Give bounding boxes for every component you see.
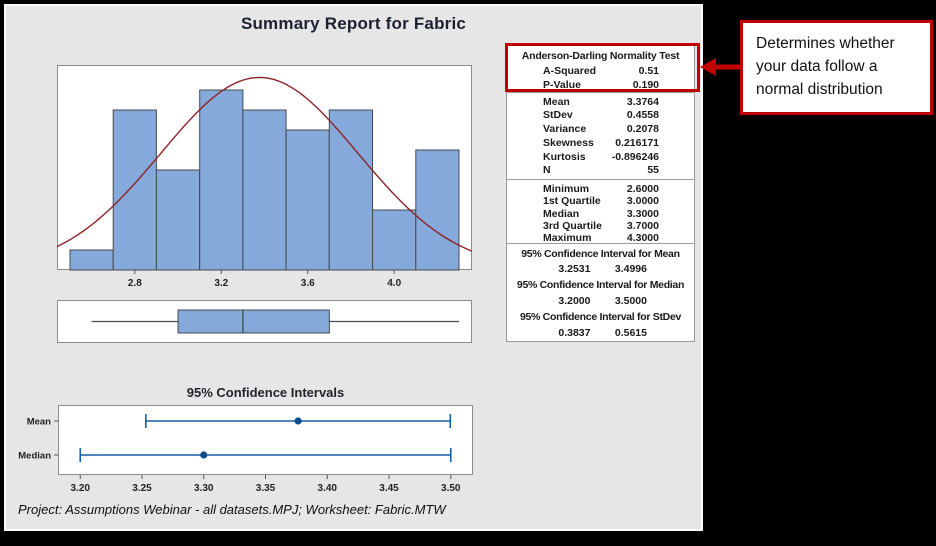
x-tick-label: 3.6: [301, 278, 315, 287]
histogram-bar: [329, 110, 372, 270]
ci-lo: 0.3837: [507, 326, 601, 341]
x-tick-label: 3.35: [256, 483, 276, 493]
histogram-bar: [70, 250, 113, 270]
ci-median-title: 95% Confidence Interval for Median: [507, 278, 694, 294]
x-tick-label: 3.45: [379, 483, 399, 493]
y-tick-label: Mean: [27, 417, 51, 428]
stat-label: 1st Quartile: [543, 195, 601, 207]
ci-lo: 3.2000: [507, 294, 601, 310]
stat-row: Skewness 0.216171: [507, 137, 694, 151]
ci-stdev-title: 95% Confidence Interval for StDev: [507, 310, 694, 326]
confidence-intervals-section: 95% Confidence Interval for Mean 3.2531 …: [507, 244, 694, 341]
page-title: Summary Report for Fabric: [6, 14, 701, 34]
stat-row: 1st Quartile 3.0000: [507, 195, 694, 207]
stat-value: 2.6000: [627, 183, 659, 195]
plot-area: [59, 406, 473, 475]
histogram-bar: [373, 210, 416, 270]
stat-value: 0.190: [633, 78, 659, 92]
stat-label: A-Squared: [543, 64, 596, 78]
screenshot-canvas: Summary Report for Fabric 2.8 3.2 3.6 4.0 9…: [0, 0, 936, 546]
stat-row: Median 3.3000: [507, 208, 694, 220]
stat-row: A-Squared 0.51: [507, 64, 694, 78]
ci-mean-values: 3.2531 3.4996: [507, 262, 694, 278]
histogram-bar: [286, 130, 329, 270]
stat-value: 0.2078: [627, 123, 659, 137]
x-tick-label: 3.50: [441, 483, 461, 493]
stat-value: 0.4558: [627, 109, 659, 123]
x-tick-label: 4.0: [387, 278, 401, 287]
stat-value: 55: [647, 164, 659, 178]
x-tick-label: 3.25: [132, 483, 152, 493]
callout-box: Determines whether your data follow a no…: [740, 20, 933, 115]
stat-label: Skewness: [543, 137, 594, 151]
histogram-bar: [416, 150, 459, 270]
stat-value: 0.216171: [615, 137, 659, 151]
histogram-bar: [200, 90, 243, 270]
normality-test-section: Anderson-Darling Normality Test A-Square…: [507, 46, 694, 93]
histogram-bar: [156, 170, 199, 270]
point-estimate: [295, 417, 302, 424]
histogram-chart: 2.8 3.2 3.6 4.0: [57, 65, 472, 287]
histogram-bar: [243, 110, 286, 270]
stat-value: 3.3000: [627, 208, 659, 220]
ci-hi: 3.5000: [601, 294, 695, 310]
statistics-panel: Anderson-Darling Normality Test A-Square…: [506, 45, 695, 342]
stat-label: StDev: [543, 109, 573, 123]
ci-lo: 3.2531: [507, 262, 601, 278]
ci-median-values: 3.2000 3.5000: [507, 294, 694, 310]
stat-label: Mean: [543, 96, 570, 110]
x-tick-label: 3.20: [70, 483, 90, 493]
histogram-bar: [113, 110, 156, 270]
normality-test-title: Anderson-Darling Normality Test: [507, 49, 694, 64]
point-estimate: [200, 451, 207, 458]
callout-arrow-icon: [699, 54, 743, 80]
stat-row: Variance 0.2078: [507, 123, 694, 137]
x-tick-label: 3.40: [318, 483, 338, 493]
x-tick-label: 2.8: [128, 278, 142, 287]
stat-row: Kurtosis -0.896246: [507, 151, 694, 165]
stat-label: Kurtosis: [543, 151, 586, 165]
stat-row: Minimum 2.6000: [507, 183, 694, 195]
stat-label: Minimum: [543, 183, 589, 195]
stat-row: 3rd Quartile 3.7000: [507, 220, 694, 232]
stat-label: 3rd Quartile: [543, 220, 602, 232]
quartiles-section: Minimum2.6000 1st Quartile3.0000 Median3…: [507, 180, 694, 244]
callout-text: Determines whether your data follow a no…: [756, 32, 922, 101]
stat-row: Maximum 4.3000: [507, 232, 694, 244]
stat-label: Variance: [543, 123, 586, 137]
ci-hi: 3.4996: [601, 262, 695, 278]
confidence-intervals-title: 95% Confidence Intervals: [58, 385, 473, 400]
stat-value: 0.51: [639, 64, 659, 78]
stat-label: Maximum: [543, 232, 591, 244]
descriptive-stats-section: Mean 3.3764 StDev 0.4558 Variance 0.2078 Sk…: [507, 93, 694, 180]
stat-row: N 55: [507, 164, 694, 178]
stat-value: 4.3000: [627, 232, 659, 244]
box: [178, 310, 329, 333]
stat-label: P-Value: [543, 78, 581, 92]
ci-hi: 0.5615: [601, 326, 695, 341]
summary-report-panel: Summary Report for Fabric 2.8 3.2 3.6 4.0 9…: [4, 4, 703, 531]
stat-value: 3.7000: [627, 220, 659, 232]
stat-row: StDev 0.4558: [507, 109, 694, 123]
stat-row: Mean 3.3764: [507, 96, 694, 110]
stat-label: N: [543, 164, 551, 178]
confidence-intervals-chart: Mean Median 3.20 3.25 3.30 3.35 3.40 3.45 3.50: [16, 405, 476, 493]
y-tick-label: Median: [18, 451, 51, 462]
x-tick-label: 3.30: [194, 483, 214, 493]
x-tick-label: 3.2: [214, 278, 228, 287]
stat-value: 3.0000: [627, 195, 659, 207]
stat-label: Median: [543, 208, 579, 220]
stat-value: 3.3764: [627, 96, 659, 110]
ci-stdev-values: 0.3837 0.5615: [507, 326, 694, 341]
project-footer: Project: Assumptions Webinar - all datas…: [18, 502, 446, 517]
boxplot-chart: [57, 300, 472, 343]
stat-row: P-Value 0.190: [507, 78, 694, 92]
ci-mean-title: 95% Confidence Interval for Mean: [507, 247, 694, 263]
stat-value: -0.896246: [612, 151, 659, 165]
